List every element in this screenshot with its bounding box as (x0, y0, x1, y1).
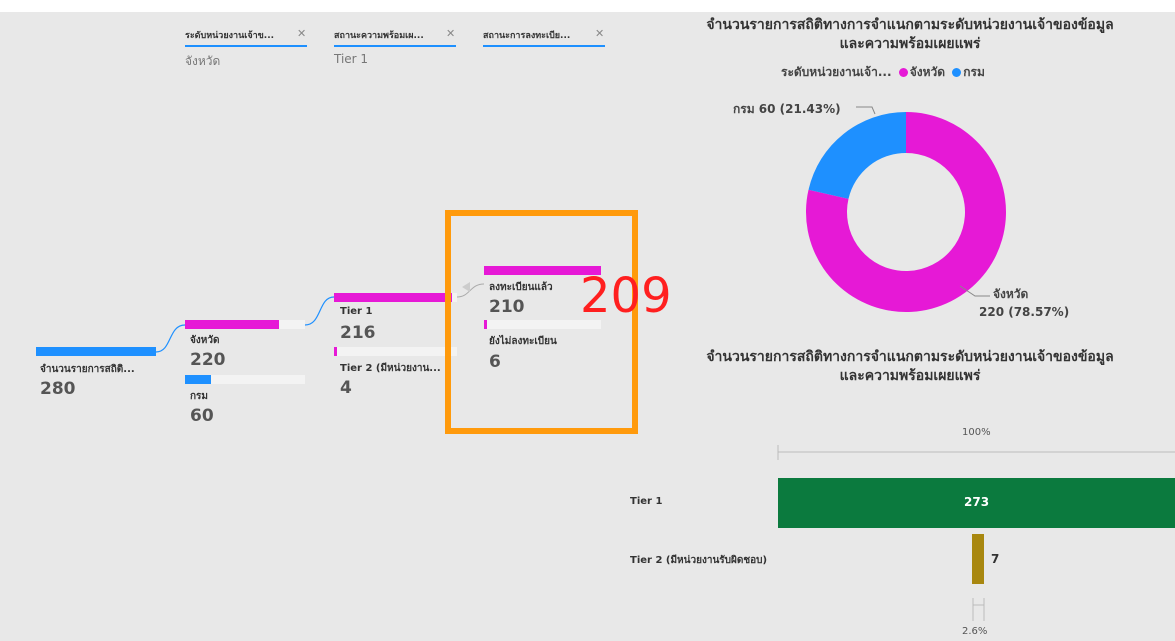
bar-chart (777, 445, 1175, 621)
bar-category-tier1: Tier 1 (630, 496, 663, 507)
bar-value-tier1: 273 (964, 495, 990, 509)
bar-value-tier2: 7 (991, 552, 1000, 566)
percent-bottom-label: 2.6% (962, 626, 988, 637)
bar-tier2[interactable] (972, 534, 984, 584)
bar-category-tier2: Tier 2 (มีหน่วยงานรับผิดชอบ) (630, 555, 768, 566)
